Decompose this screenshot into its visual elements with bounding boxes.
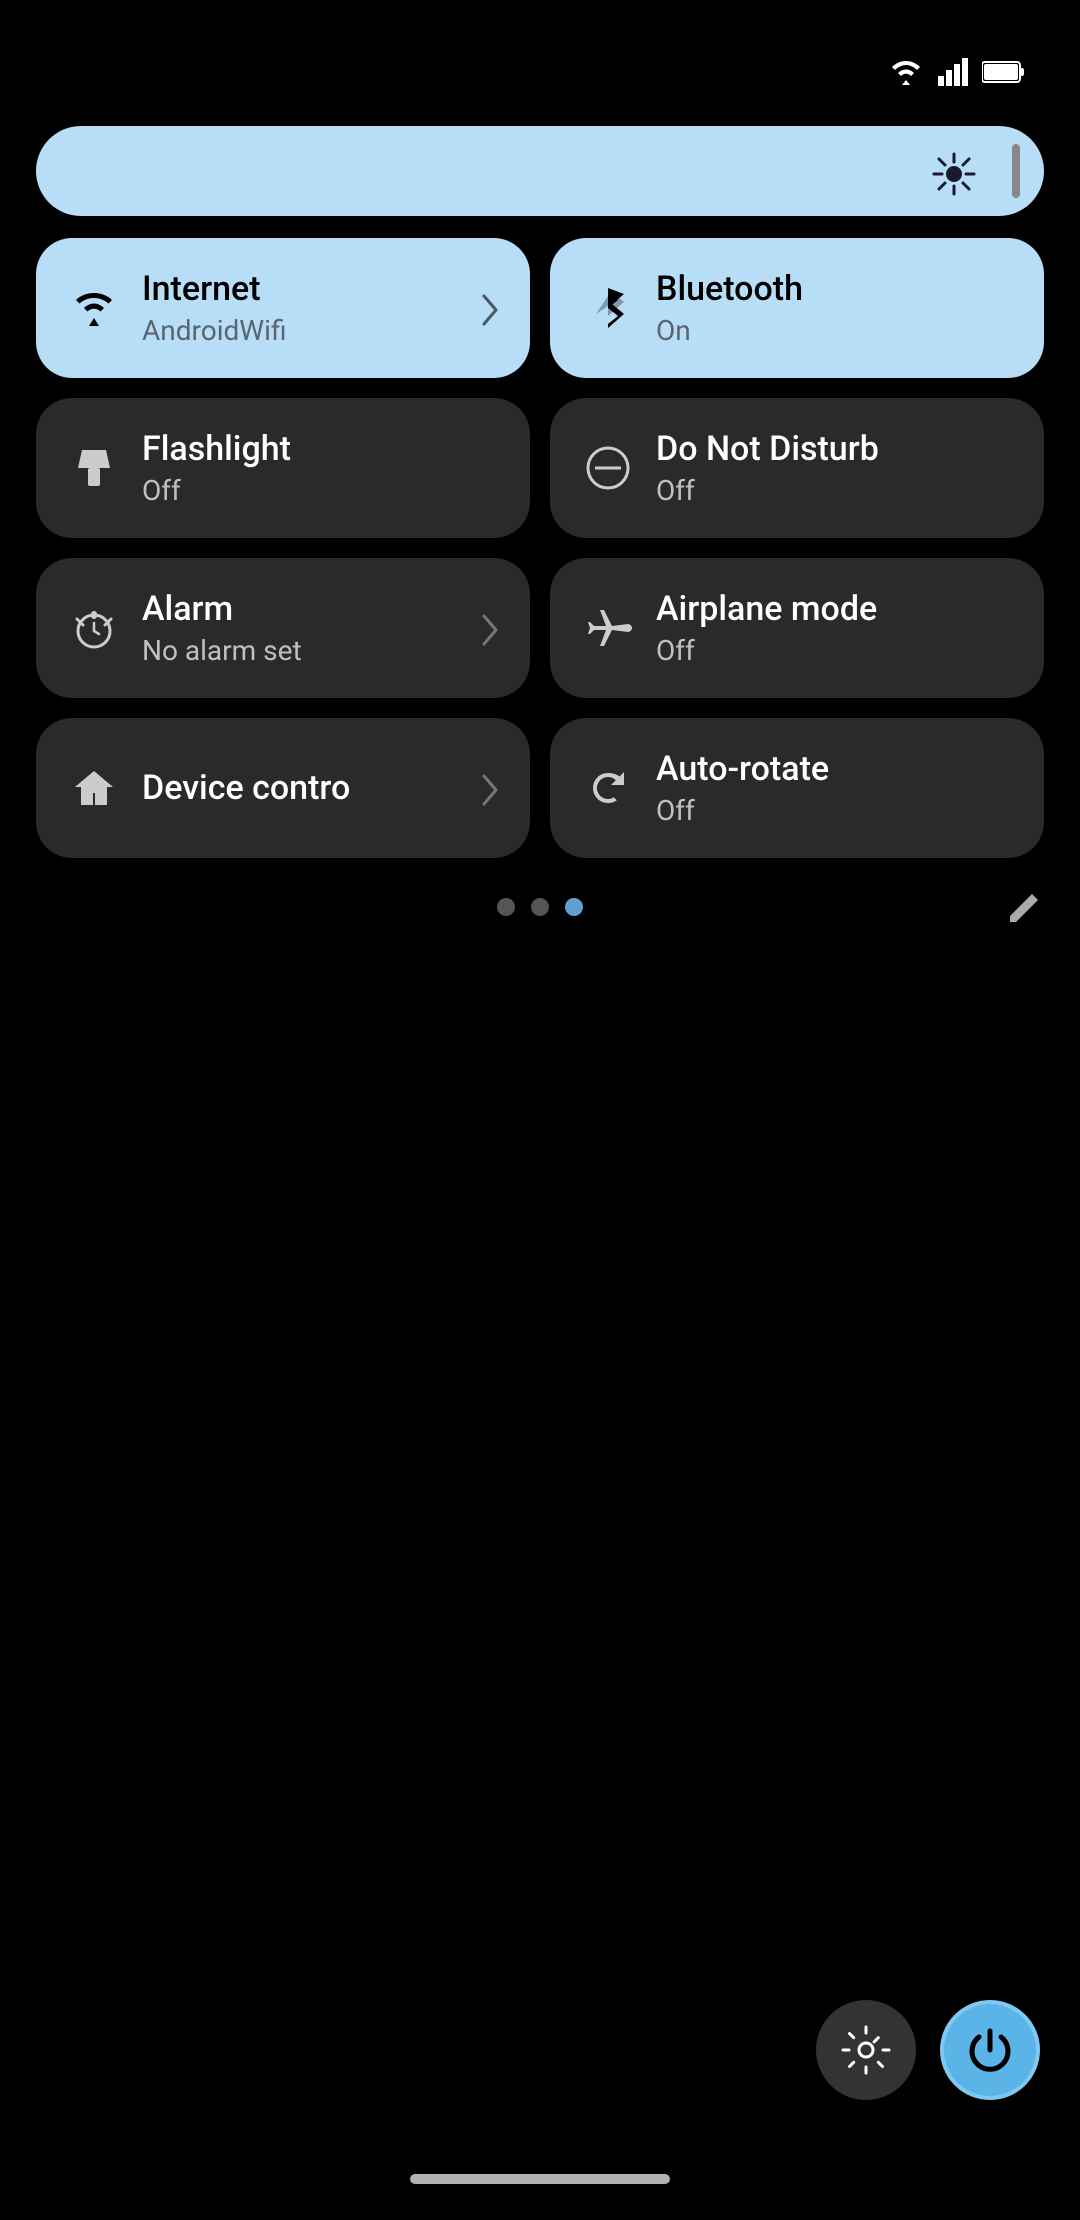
tile-title-flashlight: Flashlight: [142, 429, 500, 470]
page-dot-2: [497, 898, 515, 916]
wifi-icon: [66, 288, 122, 328]
edit-button[interactable]: [1000, 881, 1044, 933]
tile-autorotate[interactable]: Auto-rotate Off: [550, 718, 1044, 858]
tile-title-device-controls: Device contro: [142, 768, 456, 809]
signal-icon: [938, 58, 968, 86]
tile-title-dnd: Do Not Disturb: [656, 429, 1014, 470]
chevron-icon: [476, 606, 500, 649]
dnd-icon: [580, 445, 636, 491]
tile-subtitle-flashlight: Off: [142, 474, 500, 507]
battery-icon: [982, 60, 1026, 84]
bottom-buttons: [816, 2000, 1040, 2100]
tile-subtitle-autorotate: Off: [656, 794, 1014, 827]
tile-title-internet: Internet: [142, 269, 456, 310]
tile-bluetooth[interactable]: Bluetooth On: [550, 238, 1044, 378]
alarm-icon: [66, 605, 122, 651]
bluetooth-icon: [580, 284, 636, 332]
page-dot-1: [531, 898, 549, 916]
brightness-icon-wrap: [930, 144, 1020, 198]
flashlight-icon: [66, 444, 122, 492]
status-bar: [0, 0, 1080, 38]
tile-title-autorotate: Auto-rotate: [656, 749, 1014, 790]
tile-text-device-controls: Device contro: [142, 768, 456, 809]
tile-internet[interactable]: Internet AndroidWifi: [36, 238, 530, 378]
tile-title-bluetooth: Bluetooth: [656, 269, 1014, 310]
chevron-icon: [476, 766, 500, 809]
tile-subtitle-airplane: Off: [656, 634, 1014, 667]
tile-text-alarm: Alarm No alarm set: [142, 589, 456, 667]
tile-alarm[interactable]: Alarm No alarm set: [36, 558, 530, 698]
tile-subtitle-dnd: Off: [656, 474, 1014, 507]
quick-settings-panel: Internet AndroidWifi Bluetooth On Flashl…: [0, 96, 1080, 946]
tile-flashlight[interactable]: Flashlight Off: [36, 398, 530, 538]
rotate-icon: [580, 765, 636, 811]
page-dot-0: [565, 898, 583, 916]
nav-bar: [410, 2174, 670, 2184]
settings-button[interactable]: [816, 2000, 916, 2100]
time-row: [0, 38, 1080, 96]
tile-grid: Internet AndroidWifi Bluetooth On Flashl…: [36, 238, 1044, 858]
tile-airplane[interactable]: Airplane mode Off: [550, 558, 1044, 698]
page-indicators: [36, 898, 1044, 916]
tile-subtitle-internet: AndroidWifi: [142, 314, 456, 347]
tile-title-airplane: Airplane mode: [656, 589, 1014, 630]
tile-text-flashlight: Flashlight Off: [142, 429, 500, 507]
tile-subtitle-alarm: No alarm set: [142, 634, 456, 667]
tile-text-autorotate: Auto-rotate Off: [656, 749, 1014, 827]
brightness-handle[interactable]: [1012, 144, 1020, 198]
tile-subtitle-bluetooth: On: [656, 314, 1014, 347]
brightness-icon: [930, 144, 978, 197]
tile-text-bluetooth: Bluetooth On: [656, 269, 1014, 347]
tile-dnd[interactable]: Do Not Disturb Off: [550, 398, 1044, 538]
tile-device-controls[interactable]: Device contro: [36, 718, 530, 858]
tile-text-internet: Internet AndroidWifi: [142, 269, 456, 347]
wifi-status-icon: [888, 58, 924, 86]
tile-title-alarm: Alarm: [142, 589, 456, 630]
tile-text-airplane: Airplane mode Off: [656, 589, 1014, 667]
tile-text-dnd: Do Not Disturb Off: [656, 429, 1014, 507]
home-icon: [66, 765, 122, 811]
brightness-track: [60, 126, 930, 216]
brightness-slider[interactable]: [36, 126, 1044, 216]
chevron-icon: [476, 286, 500, 329]
power-button[interactable]: [940, 2000, 1040, 2100]
airplane-icon: [580, 604, 636, 652]
system-icons: [874, 58, 1040, 86]
